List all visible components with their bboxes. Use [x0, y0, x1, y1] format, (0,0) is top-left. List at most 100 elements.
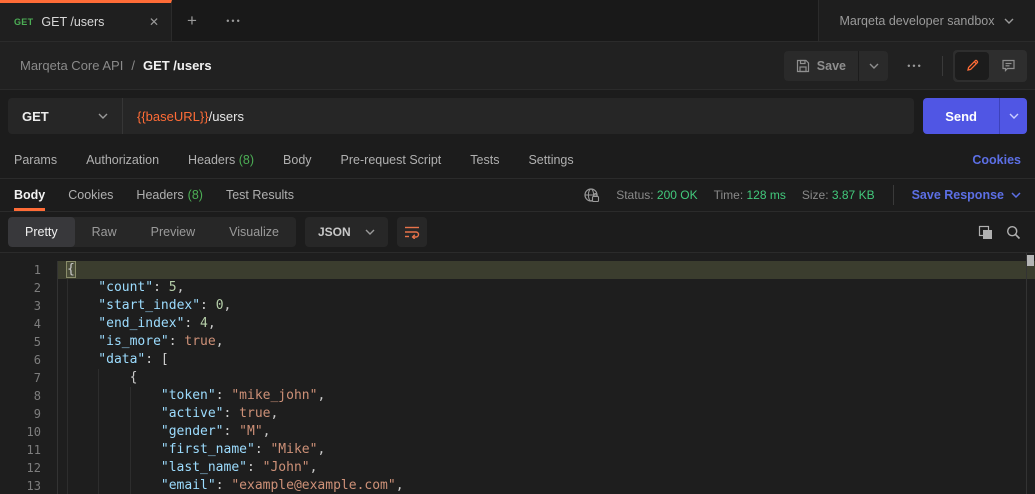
postman-window: GET GET /users ✕ + ••• Marqeta developer… [0, 0, 1035, 494]
indent-guide [129, 387, 161, 405]
tabbar-more-options-icon[interactable]: ••• [212, 0, 256, 41]
save-button-group: Save [783, 50, 888, 81]
edit-mode-button[interactable] [955, 51, 989, 80]
indent-guide [98, 459, 129, 477]
divider [942, 55, 943, 76]
response-header-row: Body Cookies Headers (8) Test Results Status… [0, 179, 1035, 212]
line-number[interactable]: 1 [0, 261, 58, 279]
view-mode-raw[interactable]: Raw [75, 217, 134, 247]
environment-name: Marqeta developer sandbox [839, 13, 995, 28]
line-number[interactable]: 13 [0, 477, 58, 494]
save-response-button[interactable]: Save Response [912, 188, 1021, 202]
response-status: Status: 200 OK [616, 188, 698, 202]
request-tab-authorization[interactable]: Authorization [86, 153, 159, 167]
comment-icon [1001, 59, 1015, 72]
request-tab-tests[interactable]: Tests [470, 153, 499, 167]
breadcrumb-collection[interactable]: Marqeta Core API [20, 58, 123, 73]
edit-comment-toggle-group [953, 49, 1027, 82]
request-tabs: Params Authorization Headers (8) Body Pre-re… [0, 142, 1035, 179]
url-bar-row: GET {{baseURL}}/users Send [0, 90, 1035, 142]
line-content: "token": "mike_john", [58, 387, 1035, 405]
response-tabs-spacer [317, 179, 583, 211]
line-number[interactable]: 12 [0, 459, 58, 477]
request-tab-get-users[interactable]: GET GET /users ✕ [0, 0, 172, 41]
request-tab-pre-request-script[interactable]: Pre-request Script [341, 153, 442, 167]
view-mode-visualize[interactable]: Visualize [212, 217, 296, 247]
line-number[interactable]: 6 [0, 351, 58, 369]
request-tab-headers[interactable]: Headers (8) [188, 153, 254, 167]
indent-guide [67, 279, 98, 297]
indent-guide [98, 405, 129, 423]
divider [892, 185, 894, 205]
indent-guide [67, 477, 98, 494]
line-number[interactable]: 3 [0, 297, 58, 315]
url-input[interactable]: {{baseURL}}/users [123, 98, 914, 134]
response-tab-body[interactable]: Body [14, 179, 46, 211]
copy-icon [978, 225, 992, 239]
new-tab-button[interactable]: + [172, 0, 212, 41]
line-number[interactable]: 9 [0, 405, 58, 423]
close-tab-icon[interactable]: ✕ [149, 15, 159, 29]
response-tab-cookies[interactable]: Cookies [68, 179, 113, 211]
line-content: "first_name": "Mike", [58, 441, 1035, 459]
view-mode-switcher: Pretty Raw Preview Visualize [8, 217, 296, 247]
method-selector[interactable]: GET [8, 98, 123, 134]
line-number[interactable]: 11 [0, 441, 58, 459]
code-line-1: 1{ [0, 261, 1035, 279]
line-content: "active": true, [58, 405, 1035, 423]
indent-guide [67, 423, 98, 441]
indent-guide [98, 423, 129, 441]
code-line-7: 7{ [0, 369, 1035, 387]
url-path: /users [208, 108, 244, 124]
line-number[interactable]: 2 [0, 279, 58, 297]
indent-guide [129, 441, 161, 459]
breadcrumb-current-request: GET /users [142, 58, 212, 73]
send-options-dropdown[interactable] [999, 98, 1027, 134]
scrollbar-thumb[interactable] [1027, 255, 1034, 266]
code-line-13: 13 "email": "example@example.com", [0, 477, 1035, 494]
response-body-editor[interactable]: 1{2 "count": 5, 3 "start_index": 0, 4 "end_in… [0, 253, 1035, 494]
response-tab-headers[interactable]: Headers (8) [136, 179, 203, 211]
request-tab-settings[interactable]: Settings [528, 153, 573, 167]
send-button-group: Send [923, 98, 1027, 134]
line-number[interactable]: 4 [0, 315, 58, 333]
code-line-4: 4 "end_index": 4, [0, 315, 1035, 333]
view-mode-pretty[interactable]: Pretty [8, 217, 75, 247]
line-number[interactable]: 10 [0, 423, 58, 441]
chevron-down-icon [1011, 192, 1021, 198]
method-value: GET [22, 108, 49, 124]
environment-selector[interactable]: Marqeta developer sandbox [818, 0, 1035, 41]
indent-guide [67, 333, 98, 351]
chevron-down-icon [1004, 18, 1014, 24]
network-globe-lock-icon[interactable] [583, 187, 600, 204]
code-line-5: 5 "is_more": true, [0, 333, 1035, 351]
code-line-11: 11 "first_name": "Mike", [0, 441, 1035, 459]
save-options-dropdown[interactable] [858, 50, 888, 81]
save-button[interactable]: Save [784, 51, 858, 81]
response-meta-area: Status: 200 OK Time: 128 ms Size: 3.87 KB … [583, 179, 1021, 211]
copy-response-button[interactable] [971, 218, 999, 246]
send-button[interactable]: Send [923, 98, 999, 134]
line-number[interactable]: 8 [0, 387, 58, 405]
response-viewer-toolbar: Pretty Raw Preview Visualize JSON [0, 212, 1035, 253]
cookies-link[interactable]: Cookies [972, 153, 1021, 167]
chevron-down-icon [98, 113, 108, 119]
line-number[interactable]: 7 [0, 369, 58, 387]
request-header-row: Marqeta Core API / GET /users Save ••• [0, 42, 1035, 90]
request-more-options-icon[interactable]: ••• [898, 51, 932, 81]
response-tab-test-results[interactable]: Test Results [226, 179, 294, 211]
language-selector[interactable]: JSON [304, 217, 388, 247]
line-number[interactable]: 5 [0, 333, 58, 351]
indent-guide [67, 369, 98, 387]
scrollbar-track[interactable] [1026, 253, 1035, 494]
request-tab-body[interactable]: Body [283, 153, 312, 167]
request-tab-params[interactable]: Params [14, 153, 57, 167]
comments-button[interactable] [991, 52, 1025, 80]
wrap-lines-icon [404, 226, 419, 239]
line-content: "data": [ [58, 351, 1035, 369]
wrap-lines-button[interactable] [396, 217, 427, 247]
view-mode-preview[interactable]: Preview [134, 217, 212, 247]
search-response-button[interactable] [999, 218, 1027, 246]
url-variable: {{baseURL}} [137, 108, 209, 124]
tab-title: GET /users [41, 15, 105, 29]
